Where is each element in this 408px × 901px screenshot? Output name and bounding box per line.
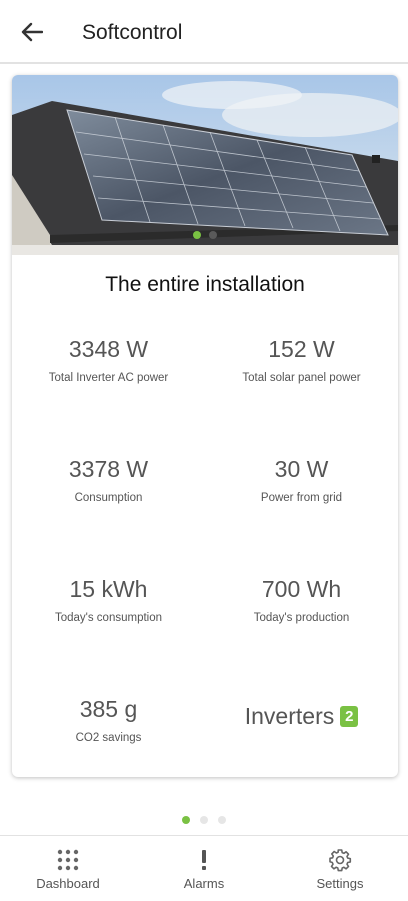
solar-roof-image [12,75,398,255]
stat-value: 385 g [79,696,138,722]
image-carousel-dots [12,231,398,239]
stat-label: Consumption [74,492,143,504]
nav-label: Dashboard [36,876,100,891]
carousel-dot-active[interactable] [193,231,201,239]
stat-label: Total Inverter AC power [48,372,169,384]
exclamation-icon [202,850,206,870]
page-indicator [0,816,408,824]
stat-co2-savings: 385 g CO2 savings [12,695,205,745]
nav-label: Settings [316,876,364,891]
gear-icon [329,849,352,872]
card-title: The entire installation [105,273,305,296]
app-title: Softcontrol [82,21,183,44]
stat-value: 700 Wh [261,576,342,602]
stat-label: Total solar panel power [242,372,361,384]
inverters-count-badge: 2 [340,706,359,727]
nav-label: Alarms [183,876,225,891]
back-button[interactable] [16,16,48,48]
stat-value: 3378 W [68,456,149,482]
stat-value: 30 W [274,456,329,482]
bottom-navigation: Dashboard Alarms Settings [0,835,408,901]
nav-dashboard[interactable]: Dashboard [8,848,128,891]
stat-label: Today's consumption [54,612,163,624]
inverters-link[interactable]: Inverters 2 [205,703,398,730]
stat-power-from-grid: 30 W Power from grid [205,455,398,505]
stat-todays-production: 700 Wh Today's production [205,575,398,625]
page-dot[interactable] [218,816,226,824]
stat-consumption: 3378 W Consumption [12,455,205,505]
arrow-left-icon [21,22,43,42]
page-dot[interactable] [200,816,208,824]
stat-total-inverter-ac-power: 3348 W Total Inverter AC power [12,335,205,385]
app-bar: Softcontrol [0,0,408,64]
grid-dots-icon [57,849,79,871]
stat-total-solar-panel-power: 152 W Total solar panel power [205,335,398,385]
nav-alarms[interactable]: Alarms [144,848,264,891]
stat-label: Power from grid [260,492,343,504]
nav-settings[interactable]: Settings [280,848,400,891]
installation-card: The entire installation 3348 W Total Inv… [12,75,398,777]
stat-label: Today's production [253,612,350,624]
carousel-dot[interactable] [209,231,217,239]
stat-value: 152 W [268,336,335,362]
stat-todays-consumption: 15 kWh Today's consumption [12,575,205,625]
inverters-label: Inverters [244,703,335,729]
stat-value: 3348 W [68,336,149,362]
stat-label: CO2 savings [75,732,142,744]
stat-value: 15 kWh [69,576,148,602]
page-dot-active[interactable] [182,816,190,824]
